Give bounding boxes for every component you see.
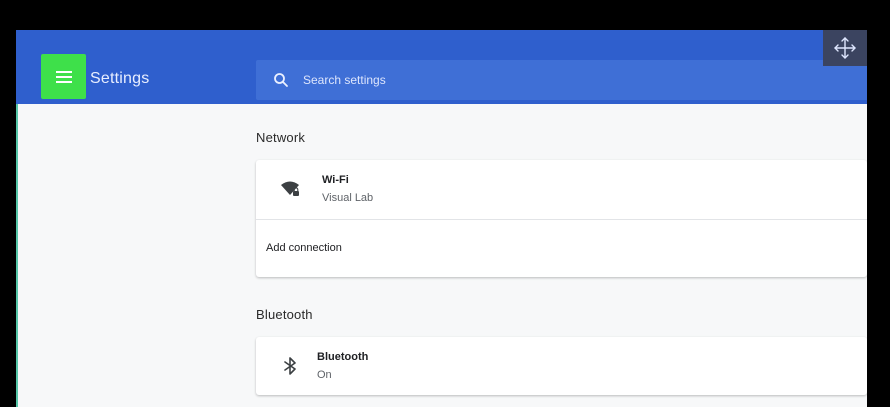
- wifi-network-name: Visual Lab: [322, 192, 374, 204]
- menu-button[interactable]: [41, 54, 86, 99]
- wifi-locked-icon: [281, 181, 299, 196]
- bluetooth-label: Bluetooth: [317, 351, 369, 363]
- search-placeholder: Search settings: [303, 73, 386, 87]
- left-edge-accent: [16, 104, 18, 407]
- search-icon: [274, 73, 288, 87]
- wifi-row[interactable]: Wi-Fi Visual Lab: [256, 160, 867, 218]
- move-arrows-icon: [834, 37, 856, 59]
- window-top-bar: [16, 30, 867, 56]
- bluetooth-status: On: [317, 369, 332, 381]
- settings-window: Settings Search settings Network Wi-Fi V…: [16, 30, 867, 407]
- move-icon[interactable]: [823, 30, 867, 66]
- bluetooth-icon: [284, 357, 296, 375]
- search-input[interactable]: Search settings: [256, 60, 867, 100]
- network-section-title: Network: [256, 130, 306, 145]
- bluetooth-section-title: Bluetooth: [256, 307, 313, 322]
- wifi-label: Wi-Fi: [322, 174, 349, 186]
- network-card: Wi-Fi Visual Lab Add connection: [256, 160, 867, 277]
- bluetooth-card: Bluetooth On: [256, 337, 867, 395]
- add-connection-label: Add connection: [266, 242, 342, 254]
- page-title: Settings: [90, 70, 150, 87]
- add-connection-row[interactable]: Add connection: [256, 220, 867, 277]
- hamburger-menu-icon: [55, 70, 72, 83]
- bluetooth-row[interactable]: Bluetooth On: [256, 337, 867, 395]
